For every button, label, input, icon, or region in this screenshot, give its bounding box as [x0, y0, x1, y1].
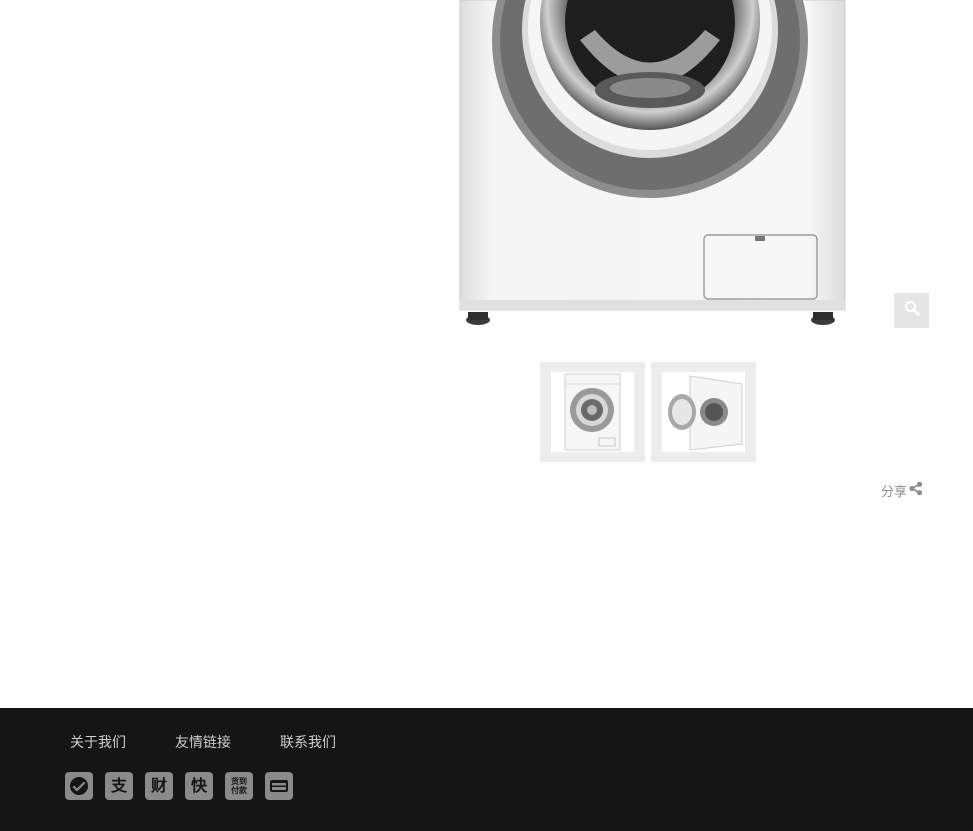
cod-bottom-text: 付款 [231, 786, 247, 795]
caifutong-icon: 财 [145, 772, 173, 800]
payment-icons: 支 财 快 货到 付款 [65, 772, 293, 800]
share-icon [908, 481, 923, 500]
zoom-button[interactable] [894, 293, 929, 328]
alipay-icon: 支 [105, 772, 133, 800]
footer-link-friends[interactable]: 友情链接 [175, 732, 231, 752]
cash-on-delivery-icon: 货到 付款 [225, 772, 253, 800]
footer-link-about[interactable]: 关于我们 [70, 732, 126, 752]
thumbnail-front[interactable] [540, 362, 645, 462]
product-main-image[interactable] [450, 0, 850, 330]
bank-card-icon [265, 772, 293, 800]
magnifier-icon [904, 300, 920, 321]
footer: 关于我们 友情链接 联系我们 支 财 快 货到 付款 [0, 708, 973, 831]
share-button[interactable]: 分享 [881, 481, 923, 500]
share-label: 分享 [881, 484, 908, 500]
thumbnail-door-open[interactable] [651, 362, 756, 462]
wechat-pay-icon [65, 772, 93, 800]
kuaiqian-icon: 快 [185, 772, 213, 800]
footer-link-contact[interactable]: 联系我们 [280, 732, 336, 752]
footer-links: 关于我们 友情链接 联系我们 [70, 732, 385, 752]
cod-top-text: 货到 [231, 777, 247, 786]
